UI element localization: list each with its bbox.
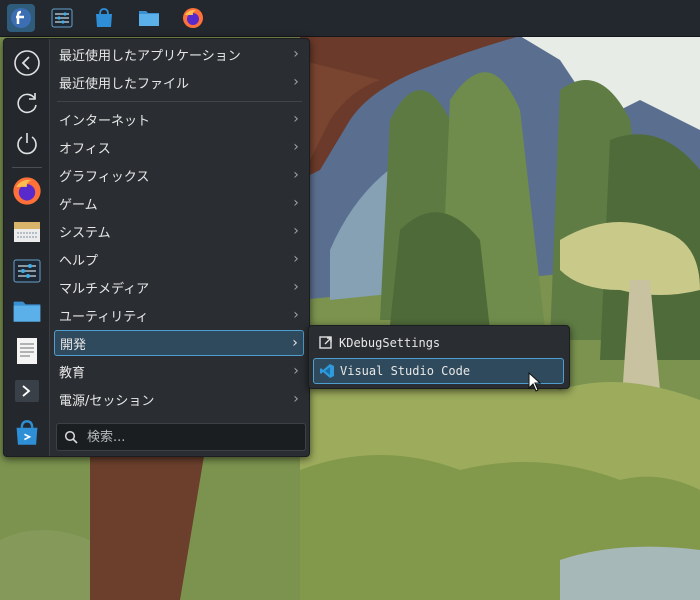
fedora-launcher-icon[interactable] xyxy=(7,4,35,32)
chevron-right-icon: › xyxy=(293,307,299,323)
menu-item-label: インターネット xyxy=(59,113,151,129)
menu-item-label: マルチメディア xyxy=(59,281,150,297)
chevron-right-icon: › xyxy=(293,167,299,183)
menu-item-label: ユーティリティ xyxy=(59,309,149,325)
shutdown-icon[interactable] xyxy=(11,127,43,159)
menu-item-label: 開発 xyxy=(60,337,87,353)
category-utilities[interactable]: ユーティリティ › xyxy=(54,302,304,328)
search-icon xyxy=(57,430,85,444)
chevron-right-icon: › xyxy=(293,391,299,407)
chevron-right-icon: › xyxy=(293,279,299,295)
category-office[interactable]: オフィス › xyxy=(54,134,304,160)
chevron-right-icon: › xyxy=(293,111,299,127)
submenu-item-kdebugsettings[interactable]: KDebugSettings xyxy=(313,330,564,356)
chevron-right-icon: › xyxy=(293,195,299,211)
text-editor-icon[interactable] xyxy=(11,335,43,367)
chevron-right-icon: › xyxy=(293,223,299,239)
vscode-icon xyxy=(314,363,340,379)
category-internet[interactable]: インターネット › xyxy=(54,106,304,132)
recent-files-item[interactable]: 最近使用したファイル › xyxy=(54,69,304,95)
chevron-right-icon: › xyxy=(293,74,299,90)
menu-item-label: 最近使用したファイル xyxy=(59,76,190,92)
menu-item-label: Visual Studio Code xyxy=(340,364,471,378)
file-manager-icon[interactable] xyxy=(135,4,163,32)
kdebugsettings-icon xyxy=(313,336,339,350)
menu-divider xyxy=(57,101,302,102)
search-box[interactable] xyxy=(56,423,306,451)
category-games[interactable]: ゲーム › xyxy=(54,190,304,216)
mouse-cursor-icon xyxy=(528,371,542,396)
menu-item-label: ヘルプ xyxy=(59,253,99,269)
firefox-icon[interactable] xyxy=(11,175,43,207)
category-multimedia[interactable]: マルチメディア › xyxy=(54,274,304,300)
menu-item-label: ゲーム xyxy=(59,197,98,213)
settings-icon[interactable] xyxy=(11,255,43,287)
category-help[interactable]: ヘルプ › xyxy=(54,246,304,272)
menu-item-label: KDebugSettings xyxy=(339,336,441,350)
sidebar-divider xyxy=(12,167,42,168)
system-settings-icon[interactable] xyxy=(48,4,76,32)
menu-item-label: 最近使用したアプリケーション xyxy=(59,48,241,64)
category-system[interactable]: システム › xyxy=(54,218,304,244)
firefox-icon[interactable] xyxy=(179,4,207,32)
category-development[interactable]: 開発 › xyxy=(54,330,304,356)
discover-store-icon[interactable] xyxy=(90,4,118,32)
archive-icon[interactable] xyxy=(11,215,43,247)
application-menu: 最近使用したアプリケーション › 最近使用したファイル › インターネット › … xyxy=(3,38,310,457)
chevron-right-icon: › xyxy=(293,139,299,155)
submenu-item-visual-studio-code[interactable]: Visual Studio Code xyxy=(313,358,564,384)
category-graphics[interactable]: グラフィックス › xyxy=(54,162,304,188)
discover-store-icon[interactable] xyxy=(11,417,43,449)
recent-applications-item[interactable]: 最近使用したアプリケーション › xyxy=(54,41,304,67)
top-panel xyxy=(0,0,700,37)
restart-icon[interactable] xyxy=(11,87,43,119)
menu-item-label: システム xyxy=(59,225,111,241)
search-input[interactable] xyxy=(85,428,289,446)
category-power-session[interactable]: 電源/セッション › xyxy=(54,386,304,412)
menu-item-label: グラフィックス xyxy=(59,169,150,185)
chevron-right-icon: › xyxy=(292,335,298,351)
favorites-sidebar xyxy=(4,39,50,456)
terminal-icon[interactable] xyxy=(11,375,43,407)
menu-item-label: オフィス xyxy=(59,141,111,157)
category-education[interactable]: 教育 › xyxy=(54,358,304,384)
menu-item-label: 電源/セッション xyxy=(59,393,155,409)
back-icon[interactable] xyxy=(11,47,43,79)
chevron-right-icon: › xyxy=(293,46,299,62)
menu-item-label: 教育 xyxy=(59,365,86,381)
chevron-right-icon: › xyxy=(293,251,299,267)
file-manager-icon[interactable] xyxy=(11,295,43,327)
chevron-right-icon: › xyxy=(293,363,299,379)
